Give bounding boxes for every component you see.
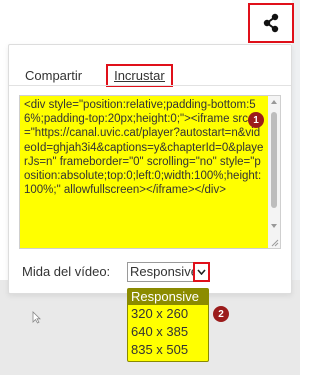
scroll-up-arrow-icon[interactable] — [271, 100, 277, 104]
chevron-down-icon — [197, 269, 206, 275]
annotation-badge-2: 2 — [213, 306, 229, 322]
share-icon — [263, 13, 279, 33]
video-size-label: Mida del vídeo: — [22, 264, 111, 279]
scroll-thumb[interactable] — [271, 112, 277, 208]
size-option-640x385[interactable]: 640 x 385 — [128, 323, 208, 341]
tab-bar: Compartir Incrustar — [17, 59, 173, 87]
size-option-835x505[interactable]: 835 x 505 — [128, 341, 208, 359]
video-size-options: Responsive 320 x 260 640 x 385 835 x 505 — [127, 288, 209, 362]
scroll-down-arrow-icon[interactable] — [271, 224, 277, 228]
embed-code-text[interactable]: <div style="position:relative;padding-bo… — [20, 96, 268, 248]
size-option-320x260[interactable]: 320 x 260 — [128, 305, 208, 323]
share-button[interactable] — [248, 3, 294, 43]
tab-compartir[interactable]: Compartir — [17, 64, 90, 87]
mouse-cursor-icon — [32, 311, 41, 324]
code-scrollbar[interactable] — [268, 96, 280, 248]
select-dropdown-button[interactable] — [193, 262, 210, 282]
tab-divider — [9, 85, 291, 86]
annotation-badge-1: 1 — [248, 112, 264, 128]
share-panel: Compartir Incrustar <div style="position… — [8, 44, 292, 294]
tab-incrustar[interactable]: Incrustar — [106, 64, 173, 87]
size-option-responsive[interactable]: Responsive — [128, 289, 208, 305]
active-tab-indicator — [114, 81, 165, 82]
embed-code-field[interactable]: <div style="position:relative;padding-bo… — [19, 95, 281, 249]
resize-grip-icon[interactable] — [271, 239, 279, 247]
